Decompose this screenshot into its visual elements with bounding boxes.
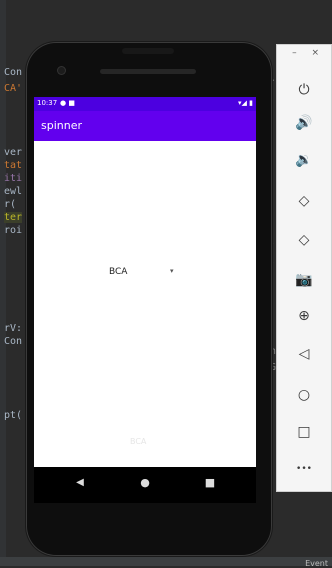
chevron-down-icon: ▾ [170, 267, 174, 275]
ide-code-line: iti [4, 173, 23, 184]
home-icon[interactable]: ○ [277, 384, 331, 406]
emulator-phone-frame: 10:37 ● ■ ▾◢ ▮ spinner BCA ▾ BCA ◀ ● ■ [26, 42, 272, 556]
zoom-icon[interactable]: ⊕ [277, 305, 331, 327]
ide-code-line: rV: [4, 323, 23, 334]
camera-icon[interactable]: 📷 [277, 269, 331, 291]
android-nav-bar: ◀ ● ■ [34, 467, 256, 503]
ide-code-line: Con [4, 67, 23, 78]
ide-code-line: CA' [4, 83, 23, 94]
device-screen[interactable]: 10:37 ● ■ ▾◢ ▮ spinner BCA ▾ BCA [34, 97, 256, 467]
phone-speaker [100, 69, 196, 74]
ide-code-line: Con [4, 336, 23, 347]
spinner-selected-value: BCA [109, 267, 128, 277]
toolbar-window-controls[interactable]: – × [292, 48, 325, 58]
ide-code-line: ewl [4, 186, 23, 197]
volume-up-icon[interactable]: 🔊 [277, 112, 331, 134]
ide-code-line: r( [4, 199, 17, 210]
status-time: 10:37 [37, 99, 58, 107]
phone-front-camera [58, 67, 65, 74]
overview-icon[interactable]: □ [277, 421, 331, 443]
volume-down-icon[interactable]: 🔉 [277, 149, 331, 171]
rotate-right-icon[interactable]: ◇ [277, 229, 331, 251]
ide-code-line: ter [4, 212, 23, 223]
nav-back-icon[interactable]: ◀ [72, 477, 88, 488]
app-title: spinner [41, 119, 83, 132]
ide-code-line: ver [4, 147, 23, 158]
app-toolbar: spinner [34, 111, 256, 141]
ide-status-text: Event [305, 559, 328, 568]
power-icon[interactable]: ⏻ [277, 79, 331, 101]
status-signal-battery-icons: ▾◢ ▮ [238, 99, 253, 107]
status-notification-icons: ● ■ [60, 99, 75, 107]
toast-message: BCA [130, 437, 147, 446]
phone-top-bezel [122, 48, 174, 54]
more-icon[interactable]: ••• [277, 458, 331, 480]
rotate-left-icon[interactable]: ◇ [277, 190, 331, 212]
ide-code-line: tat [4, 160, 23, 171]
back-icon[interactable]: ◁ [277, 343, 331, 365]
emulator-toolbar: – × ⏻ 🔊 🔉 ◇ ◇ 📷 ⊕ ◁ ○ □ ••• [276, 44, 332, 492]
android-status-bar: 10:37 ● ■ ▾◢ ▮ [34, 97, 256, 111]
ide-status-bar: Event [0, 557, 332, 568]
nav-recent-apps-icon[interactable]: ■ [202, 476, 218, 489]
ide-code-line: roi [4, 225, 23, 236]
nav-home-icon[interactable]: ● [137, 476, 153, 489]
spinner-dropdown[interactable]: BCA ▾ [106, 265, 186, 283]
ide-code-line: pt( [4, 410, 23, 421]
